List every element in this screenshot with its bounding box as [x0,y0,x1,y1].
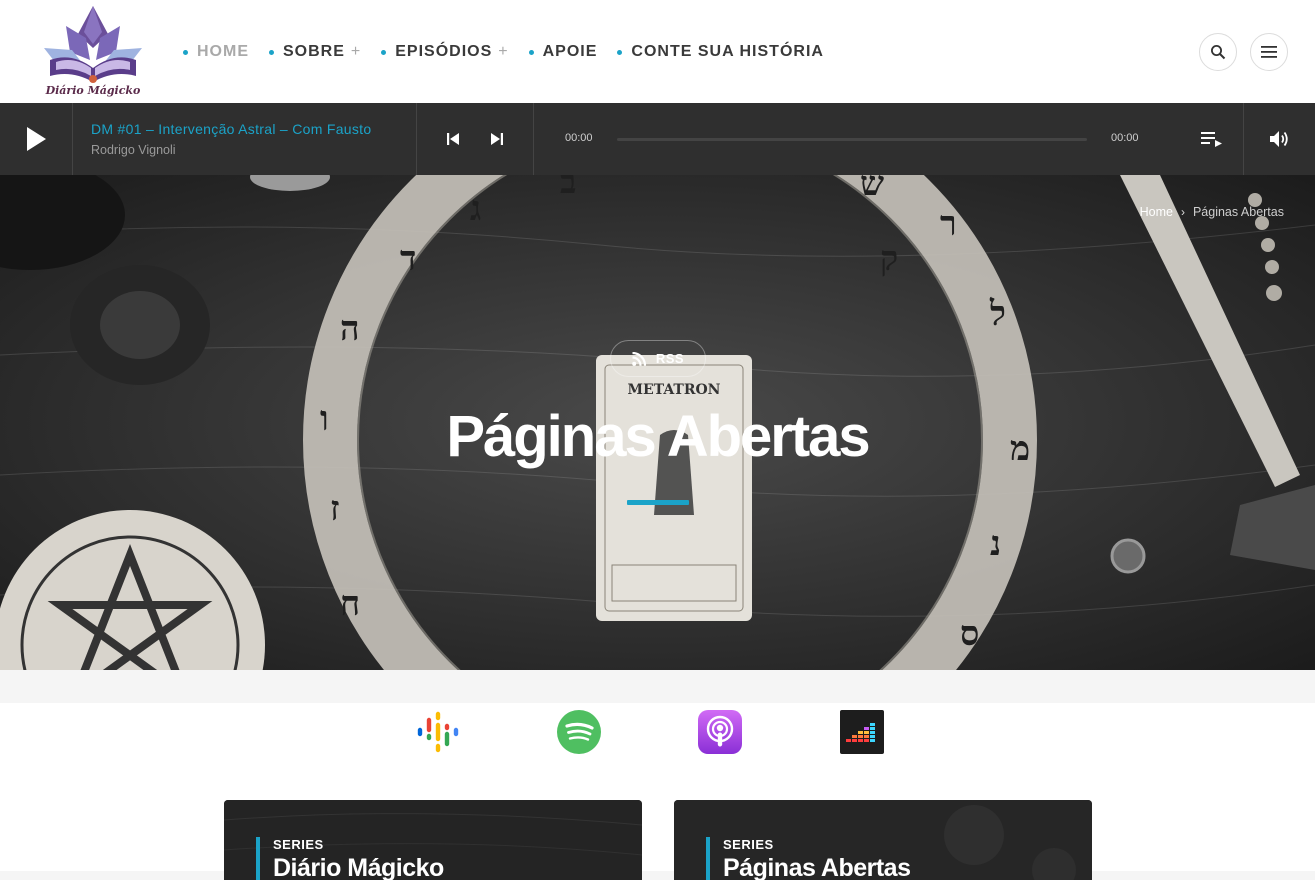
svg-text:ר: ר [940,204,957,244]
site-header: Diário Mágicko HOME SOBRE + EPISÓDIOS + … [0,0,1315,103]
svg-text:נ: נ [990,524,1001,564]
current-time: 00:00 [565,132,593,144]
track-title[interactable]: DM #01 – Intervenção Astral – Com Fausto [91,121,398,137]
previous-track-button[interactable] [446,132,460,146]
page-hero: גבש רדה וזל מנס חק METATRON Home › Págin… [0,175,1315,670]
podcast-platforms [0,703,1315,871]
series-card-paginas-abertas[interactable]: SERIES Páginas Abertas [674,800,1092,880]
svg-text:ד: ד [400,239,416,279]
nav-item-apoie[interactable]: APOIE [528,43,598,61]
submenu-plus-icon[interactable]: + [498,43,508,61]
card-accent-bar [706,837,710,880]
play-button[interactable] [0,103,73,175]
title-underline [627,500,689,505]
search-icon [1211,45,1226,60]
section-divider [0,670,1315,703]
svg-text:ג: ג [470,189,481,229]
spotify-link[interactable] [557,710,601,754]
card-accent-bar [256,837,260,880]
hamburger-menu-icon [1261,46,1277,58]
nav-label: SOBRE [283,43,345,60]
breadcrumb: Home › Páginas Abertas [1140,205,1284,219]
svg-text:ס: ס [960,614,979,654]
submenu-plus-icon[interactable]: + [351,43,361,61]
nav-bullet [528,49,534,55]
breadcrumb-separator-icon: › [1180,205,1185,219]
svg-text:ח: ח [340,584,360,624]
google-podcasts-link[interactable] [416,710,460,754]
breadcrumb-current: Páginas Abertas [1192,205,1284,219]
nav-bullet [381,49,387,55]
google-podcasts-icon [417,711,459,753]
svg-text:ל: ל [989,294,1006,334]
spotify-icon [557,710,601,754]
card-title: Páginas Abertas [723,854,911,880]
search-button[interactable] [1199,33,1237,71]
logo-text: Diário Mágicko [45,84,141,97]
site-logo[interactable]: Diário Mágicko [36,4,150,100]
skip-next-icon [491,133,503,145]
skip-previous-icon [447,133,459,145]
rss-label: RSS [655,351,685,366]
rss-button[interactable]: RSS [610,340,706,377]
lotus-book-logo-icon [44,6,142,83]
deezer-icon [840,710,884,754]
volume-icon [1269,131,1288,147]
card-category: SERIES [273,837,324,852]
playlist-button[interactable] [1181,103,1243,175]
track-artist: Rodrigo Vignoli [91,143,176,157]
svg-text:ש: ש [860,175,884,204]
duration-time: 00:00 [1111,132,1139,144]
apple-podcasts-link[interactable] [698,710,742,754]
nav-label: HOME [197,43,249,60]
progress-bar[interactable] [617,138,1087,141]
nav-label: CONTE SUA HISTÓRIA [631,43,824,60]
nav-label: APOIE [542,43,598,60]
nav-item-sobre[interactable]: SOBRE + [269,43,361,61]
nav-bullet [183,49,188,55]
rss-icon [632,351,646,366]
nav-label: EPISÓDIOS [395,43,493,60]
page-title: Páginas Abertas [446,404,870,469]
apple-podcasts-icon [698,710,742,754]
nav-item-home[interactable]: HOME [183,43,249,61]
nav-item-episodios[interactable]: EPISÓDIOS + [381,43,508,61]
card-title: Diário Mágicko [273,854,444,880]
svg-text:ז: ז [330,489,339,529]
track-info: DM #01 – Intervenção Astral – Com Fausto… [73,103,417,175]
card-category: SERIES [723,837,774,852]
menu-button[interactable] [1250,33,1288,71]
playlist-icon [1201,132,1222,147]
nav-bullet [617,49,623,55]
svg-text:ב: ב [560,175,576,202]
svg-text:ה: ה [340,309,360,349]
svg-text:ק: ק [880,239,898,279]
series-card-diario-magicko[interactable]: SERIES Diário Mágicko [224,800,642,880]
nav-item-conte-sua-historia[interactable]: CONTE SUA HISTÓRIA [617,43,824,61]
nav-bullet [269,49,274,55]
breadcrumb-home-link[interactable]: Home [1140,205,1173,219]
next-track-button[interactable] [490,132,504,146]
volume-button[interactable] [1243,103,1315,175]
audio-player: DM #01 – Intervenção Astral – Com Fausto… [0,103,1315,175]
player-controls [417,103,534,175]
deezer-link[interactable] [840,710,884,754]
svg-text:METATRON: METATRON [628,382,721,398]
main-nav: HOME SOBRE + EPISÓDIOS + APOIE CONTE SUA… [183,41,844,63]
play-icon [27,127,46,151]
